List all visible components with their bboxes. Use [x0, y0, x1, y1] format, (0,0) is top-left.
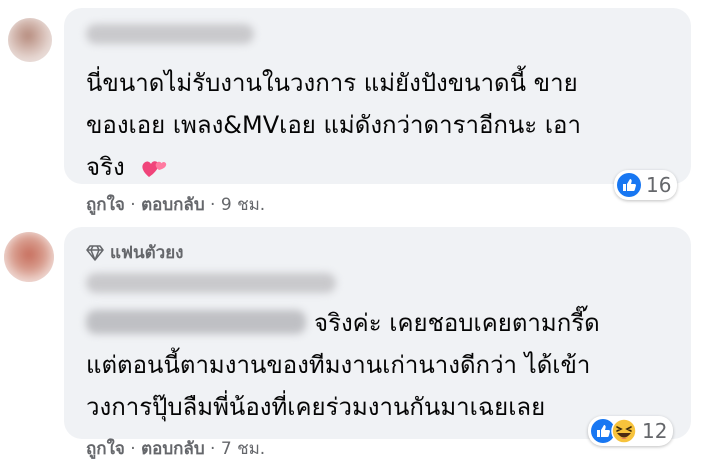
separator: · [130, 439, 136, 459]
timestamp[interactable]: 9 ชม. [221, 195, 265, 215]
badge-label: แฟนตัวยง [110, 243, 184, 263]
reaction-count: 12 [642, 419, 668, 443]
reaction-count: 16 [646, 173, 672, 197]
like-link[interactable]: ถูกใจ [86, 195, 125, 215]
top-fan-badge[interactable]: แฟนตัวยง [86, 239, 183, 266]
timestamp[interactable]: 7 ชม. [221, 439, 265, 459]
commenter-name[interactable] [86, 273, 336, 293]
comment-bubble: นี่ขนาดไม่รับงานในวงการ แม่ยังปังขนาดนี้… [64, 8, 691, 184]
separator: · [210, 195, 216, 215]
commenter-name[interactable] [86, 24, 254, 44]
comment-text-line: แต่ตอนนี้ตามงานของทีมงานเก่านางดีกว่า ได… [86, 351, 591, 379]
laugh-icon [611, 418, 637, 444]
diamond-icon [86, 244, 104, 261]
like-link[interactable]: ถูกใจ [86, 439, 125, 459]
separator: · [130, 195, 136, 215]
reply-link[interactable]: ตอบกลับ [141, 195, 205, 215]
mention-tag[interactable] [86, 310, 306, 334]
comment-text-line-content: จริง [86, 153, 125, 181]
comment-text-line: วงการปุ๊บลืมพี่น้องที่เคยร่วมงานกันมาเฉย… [86, 393, 546, 421]
separator: · [210, 439, 216, 459]
avatar[interactable] [8, 18, 52, 62]
comment-bubble: แฟนตัวยง จริงค่ะ เคยชอบเคยตามกรี๊ด แต่ตอ… [64, 227, 691, 439]
comment-text-line: นี่ขนาดไม่รับงานในวงการ แม่ยังปังขนาดนี้… [86, 69, 578, 97]
avatar[interactable] [4, 232, 54, 282]
comment-text-line: ของเอย เพลง&MVเอย แม่ดังกว่าดาราอีกนะ เอ… [86, 111, 581, 139]
two-hearts-icon [140, 155, 168, 181]
reaction-summary[interactable]: 16 [614, 170, 678, 200]
like-icon [617, 173, 641, 197]
comment-text-line: จริงค่ะ เคยชอบเคยตามกรี๊ด [314, 309, 600, 337]
reaction-summary[interactable]: 12 [588, 416, 674, 446]
reply-link[interactable]: ตอบกลับ [141, 439, 205, 459]
comment-text-line: จริง [86, 146, 168, 188]
comment-actions: ถูกใจ · ตอบกลับ · 9 ชม. [86, 191, 265, 218]
comment-actions: ถูกใจ · ตอบกลับ · 7 ชม. [86, 435, 265, 462]
